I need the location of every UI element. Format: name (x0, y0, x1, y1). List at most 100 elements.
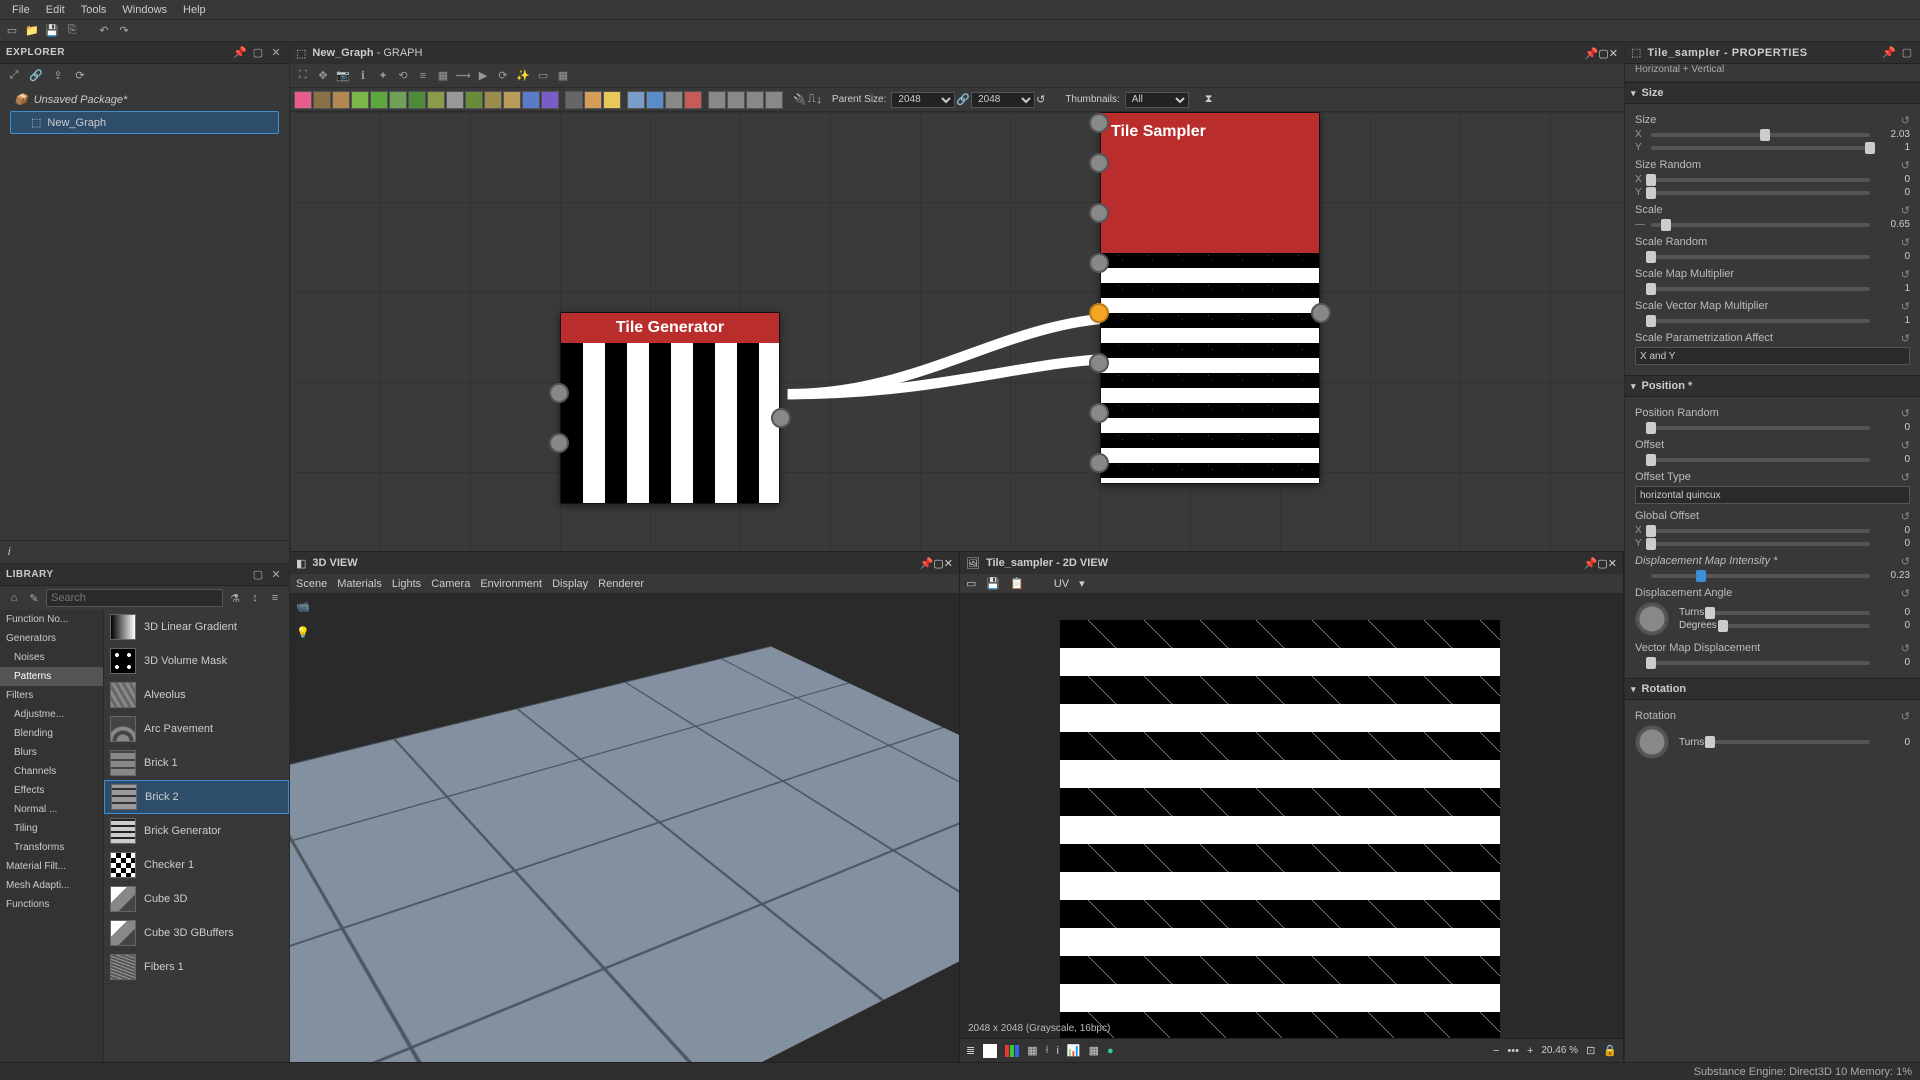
maximize-icon[interactable]: ▢ (251, 568, 265, 582)
node-output-port[interactable] (1311, 303, 1331, 323)
rotation-turns-slider[interactable] (1710, 740, 1870, 744)
val[interactable]: 0 (1876, 422, 1910, 433)
vector-displacement-slider[interactable] (1651, 661, 1870, 665)
view2d-body[interactable]: 2048 x 2048 (Grayscale, 16bpc) ≣ ▦ ⟊ i 📊… (960, 594, 1623, 1062)
val[interactable]: 0 (1876, 657, 1910, 668)
scale-map-slider[interactable] (1651, 287, 1870, 291)
plug-icon[interactable]: 🔌 (793, 93, 807, 106)
reset-icon[interactable]: ↺ (1901, 114, 1910, 127)
list-item[interactable]: Cube 3D (104, 882, 289, 916)
reset-icon[interactable]: ↺ (1901, 555, 1910, 568)
reset-icon[interactable]: ↺ (1901, 236, 1910, 249)
zoom-out-icon[interactable]: − (1493, 1045, 1499, 1057)
chip-g3b[interactable] (708, 91, 726, 109)
menu-tools[interactable]: Tools (73, 2, 115, 18)
reset-icon[interactable]: ↺ (1901, 510, 1910, 523)
collapse-icon[interactable]: ⤢ (6, 67, 22, 83)
list-item[interactable]: Brick Generator (104, 814, 289, 848)
chip-olive[interactable] (389, 91, 407, 109)
list-item[interactable]: Brick 1 (104, 746, 289, 780)
list-item[interactable]: 3D Volume Mask (104, 644, 289, 678)
size-x-value[interactable]: 2.03 (1876, 129, 1910, 140)
refresh-icon[interactable]: ⟳ (494, 67, 512, 85)
offset-slider[interactable] (1651, 458, 1870, 462)
cat-tiling[interactable]: Tiling (0, 819, 103, 838)
parent-size-x-select[interactable]: 2048 (891, 92, 955, 108)
connector-icon[interactable]: ⎍ (808, 93, 816, 106)
chip-red[interactable] (684, 91, 702, 109)
pin-icon[interactable]: 📌 (233, 46, 247, 60)
node-input-port[interactable] (1089, 453, 1109, 473)
cat-transforms[interactable]: Transforms (0, 838, 103, 857)
reset-icon[interactable]: ↺ (1901, 268, 1910, 281)
reset-icon[interactable]: ↺ (1901, 332, 1910, 345)
section-size[interactable]: ▾Size (1625, 82, 1920, 104)
reset-icon[interactable]: ↺ (1901, 159, 1910, 172)
node-input-port-active[interactable] (1089, 303, 1109, 323)
chip-tan[interactable] (332, 91, 350, 109)
bg-white-icon[interactable] (983, 1044, 997, 1058)
val[interactable]: 0 (1876, 538, 1910, 549)
node-input-port[interactable] (549, 433, 569, 453)
scale-vector-slider[interactable] (1651, 319, 1870, 323)
list-item[interactable]: Fibers 1 (104, 950, 289, 984)
copy-icon[interactable]: 📋 (1010, 577, 1024, 590)
library-search-input[interactable] (46, 589, 223, 607)
close-icon[interactable]: ✕ (944, 557, 953, 570)
package-row[interactable]: 📦 Unsaved Package* (6, 90, 283, 109)
val[interactable]: 0 (1876, 607, 1910, 618)
chip-green[interactable] (351, 91, 369, 109)
scale-random-slider[interactable] (1651, 255, 1870, 259)
chip-green2[interactable] (370, 91, 388, 109)
align-icon[interactable]: ≡ (414, 67, 432, 85)
ruler-icon[interactable]: ⟊ (1046, 1044, 1049, 1057)
chip-dgreen[interactable] (408, 91, 426, 109)
chip-orange[interactable] (584, 91, 602, 109)
val[interactable]: 0 (1876, 187, 1910, 198)
maximize-icon[interactable]: ▢ (1597, 557, 1607, 570)
node-input-port[interactable] (1089, 203, 1109, 223)
cat-function-nodes[interactable]: Function No... (0, 610, 103, 629)
open-icon[interactable]: 📁 (24, 23, 40, 39)
cat-functions[interactable]: Functions (0, 895, 103, 914)
graph-canvas[interactable]: Tile Generator Tile Sampler (290, 112, 1624, 551)
chip-g4[interactable] (727, 91, 745, 109)
node-output-port[interactable] (771, 408, 791, 428)
list-item[interactable]: Cube 3D GBuffers (104, 916, 289, 950)
close-icon[interactable]: ✕ (1608, 557, 1617, 570)
val[interactable]: 0 (1876, 174, 1910, 185)
grid-icon[interactable]: ▦ (1027, 1044, 1037, 1057)
list-item[interactable]: 3D Linear Gradient (104, 610, 289, 644)
cat-adjustments[interactable]: Adjustme... (0, 705, 103, 724)
menu-help[interactable]: Help (175, 2, 214, 18)
play-icon[interactable]: ▶ (474, 67, 492, 85)
lock-icon[interactable]: 🔒 (1603, 1044, 1617, 1057)
val[interactable]: 0 (1876, 525, 1910, 536)
size-y-value[interactable]: 1 (1876, 142, 1910, 153)
view3d-body[interactable]: 📹 💡 (290, 594, 959, 1062)
chip-blue[interactable] (522, 91, 540, 109)
light-icon[interactable]: 💡 (296, 626, 310, 639)
cat-channels[interactable]: Channels (0, 762, 103, 781)
cat-blending[interactable]: Blending (0, 724, 103, 743)
reset-icon[interactable]: ↺ (1901, 204, 1910, 217)
timing-icon[interactable]: ⧗ (1205, 93, 1213, 106)
move-icon[interactable]: ✥ (314, 67, 332, 85)
chip-brown[interactable] (313, 91, 331, 109)
filter-icon[interactable]: ⚗ (227, 590, 243, 606)
degrees-slider[interactable] (1723, 624, 1870, 628)
node-input-port[interactable] (1089, 353, 1109, 373)
val[interactable]: 1 (1876, 283, 1910, 294)
reset-icon[interactable]: ↺ (1901, 710, 1910, 723)
val[interactable]: 1 (1876, 315, 1910, 326)
chip-yellow2[interactable] (603, 91, 621, 109)
chip-yellow[interactable] (484, 91, 502, 109)
chevron-down-icon[interactable]: ▾ (1079, 577, 1085, 590)
size-y-slider[interactable] (1651, 146, 1870, 150)
maximize-icon[interactable]: ▢ (1598, 47, 1608, 60)
thumbnails-select[interactable]: All (1125, 92, 1189, 108)
chip-purple[interactable] (541, 91, 559, 109)
cat-blurs[interactable]: Blurs (0, 743, 103, 762)
node-input-port[interactable] (1089, 253, 1109, 273)
close-icon[interactable]: ✕ (1609, 47, 1618, 60)
